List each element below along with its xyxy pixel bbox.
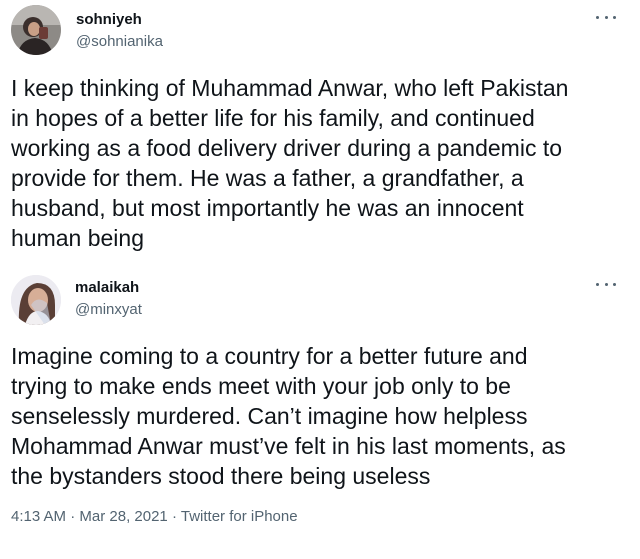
separator: ·	[70, 508, 76, 525]
more-horizontal-icon[interactable]	[596, 279, 616, 289]
dot	[613, 282, 616, 286]
tweet-metadata: 4:13 AM · Mar 28, 2021 · Twitter for iPh…	[11, 508, 298, 525]
tweet[interactable]: sohniyeh @sohnianika I keep thinking of …	[0, 0, 640, 262]
dot	[596, 282, 599, 286]
author-handle[interactable]: @minxyat	[75, 301, 142, 318]
tweet-timestamp-link[interactable]: 4:13 AM · Mar 28, 2021	[11, 508, 168, 525]
avatar[interactable]	[11, 5, 61, 55]
author-handle[interactable]: @sohnianika	[76, 33, 163, 50]
dot	[613, 15, 616, 19]
avatar-image	[11, 5, 61, 55]
tweet-source-link[interactable]: Twitter for iPhone	[181, 508, 298, 525]
more-horizontal-icon[interactable]	[596, 12, 616, 22]
tweet[interactable]: malaikah @minxyat Imagine coming to a co…	[0, 262, 640, 559]
avatar[interactable]	[11, 275, 61, 325]
author-name[interactable]: malaikah	[75, 279, 139, 296]
dot	[604, 15, 608, 19]
separator: ·	[171, 508, 177, 525]
tweet-text: I keep thinking of Muhammad Anwar, who l…	[11, 75, 569, 251]
avatar-image	[11, 275, 61, 325]
dot	[604, 282, 608, 286]
dot	[596, 15, 599, 19]
author-name[interactable]: sohniyeh	[76, 11, 142, 28]
tweet-time: 4:13 AM	[11, 508, 67, 525]
tweet-date: Mar 28, 2021	[79, 508, 168, 525]
tweet-text: Imagine coming to a country for a better…	[11, 343, 566, 489]
